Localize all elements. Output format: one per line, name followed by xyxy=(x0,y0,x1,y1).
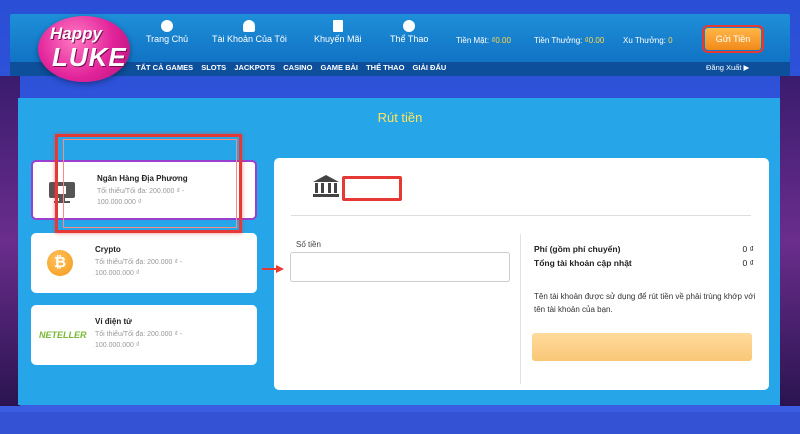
subnav-casino[interactable]: CASINO xyxy=(283,63,312,72)
soccer-ball-icon xyxy=(161,20,174,32)
total-value: 0 ₫ xyxy=(742,258,754,268)
subnav-tournaments[interactable]: GIẢI ĐẤU xyxy=(413,63,447,72)
cash-balance: Tiền Mặt: ₫0.00 xyxy=(456,36,511,45)
deposit-button[interactable]: Gửi Tiền xyxy=(702,25,764,53)
logo-line1: Happy xyxy=(50,24,102,43)
method-limit: 100.000.000 ₫ xyxy=(95,270,140,277)
subnav-links: TẤT CẢ GAMES SLOTS JACKPOTS CASINO GAME … xyxy=(136,63,452,72)
nav-home[interactable]: Trang Chủ xyxy=(146,20,188,44)
brand-logo[interactable]: Happy LUKE xyxy=(38,16,130,82)
bitcoin-coin: ₿ xyxy=(47,250,73,276)
total-label: Tổng tài khoản cập nhật xyxy=(534,258,632,268)
bonus-value: ₫0.00 xyxy=(584,36,605,45)
left-decoration xyxy=(0,76,20,406)
points-label: Xu Thưởng: xyxy=(623,36,666,45)
points-balance: Xu Thưởng: 0 xyxy=(623,36,673,45)
total-row: Tổng tài khoản cập nhật 0 ₫ xyxy=(534,258,754,268)
method-limit: Tối thiểu/Tối đa: 200.000 ₫ - xyxy=(95,259,183,266)
method-limit: 100.000.000 ₫ xyxy=(95,342,140,349)
fee-value: 0 ₫ xyxy=(742,244,754,254)
account-name-note: Tên tài khoản được sử dụng để rút tiền v… xyxy=(534,292,756,314)
bonus-label: Tiền Thưởng: xyxy=(534,36,583,45)
subnav-sports[interactable]: THỂ THAO xyxy=(366,63,404,72)
subnav-all-games[interactable]: TẤT CẢ GAMES xyxy=(136,63,193,72)
method-ewallet[interactable]: NETELLER Ví điện tử Tối thiểu/Tối đa: 20… xyxy=(31,305,257,365)
method-name: Crypto xyxy=(95,245,121,254)
bitcoin-icon: ₿ xyxy=(47,250,77,276)
continue-button[interactable] xyxy=(532,333,752,361)
nav-label: Thể Thao xyxy=(390,34,429,44)
amount-label: Số tiền xyxy=(296,240,321,249)
promo-doc-icon xyxy=(332,20,343,32)
neteller-logo: NETELLER xyxy=(39,323,89,347)
column-divider xyxy=(520,234,521,384)
amount-input[interactable] xyxy=(290,252,510,282)
nav-my-account[interactable]: Tài Khoản Của Tôi xyxy=(212,20,287,44)
right-decoration xyxy=(780,76,800,406)
logout-link[interactable]: Đăng Xuất ▶ xyxy=(706,63,749,72)
subnav-slots[interactable]: SLOTS xyxy=(201,63,226,72)
nav-label: Trang Chủ xyxy=(146,34,189,44)
logo-line2: LUKE xyxy=(52,42,127,72)
nav-promotions[interactable]: Khuyến Mãi xyxy=(314,20,362,44)
subnav-card-games[interactable]: GAME BÀI xyxy=(321,63,359,72)
nav-label: Khuyến Mãi xyxy=(314,34,362,44)
points-value: 0 xyxy=(668,36,673,45)
bank-building-icon xyxy=(313,175,339,197)
divider xyxy=(291,215,751,216)
sports-ball-icon xyxy=(403,20,416,32)
arrow-right-icon xyxy=(262,265,284,273)
continue-label[interactable]: Tiếp tục xyxy=(342,176,402,201)
annotation-highlight-inner xyxy=(63,139,237,228)
fee-label: Phí (gồm phí chuyển) xyxy=(534,244,621,254)
nav-label: Tài Khoản Của Tôi xyxy=(212,34,287,44)
method-limit: Tối thiểu/Tối đa: 200.000 ₫ - xyxy=(95,331,183,338)
user-icon xyxy=(243,20,256,32)
method-crypto[interactable]: ₿ Crypto Tối thiểu/Tối đa: 200.000 ₫ - 1… xyxy=(31,233,257,293)
neteller-text: NETELLER xyxy=(39,330,87,340)
nav-sports[interactable]: Thể Thao xyxy=(390,20,428,44)
cash-value: ₫0.00 xyxy=(491,36,511,45)
fee-row: Phí (gồm phí chuyển) 0 ₫ xyxy=(534,244,754,254)
page-title: Rút tiền xyxy=(377,110,423,125)
cash-label: Tiền Mặt: xyxy=(456,36,490,45)
method-name: Ví điện tử xyxy=(95,317,132,326)
bonus-balance: Tiền Thưởng: ₫0.00 xyxy=(534,36,604,45)
bottom-bar xyxy=(0,412,800,434)
subnav-jackpots[interactable]: JACKPOTS xyxy=(234,63,275,72)
